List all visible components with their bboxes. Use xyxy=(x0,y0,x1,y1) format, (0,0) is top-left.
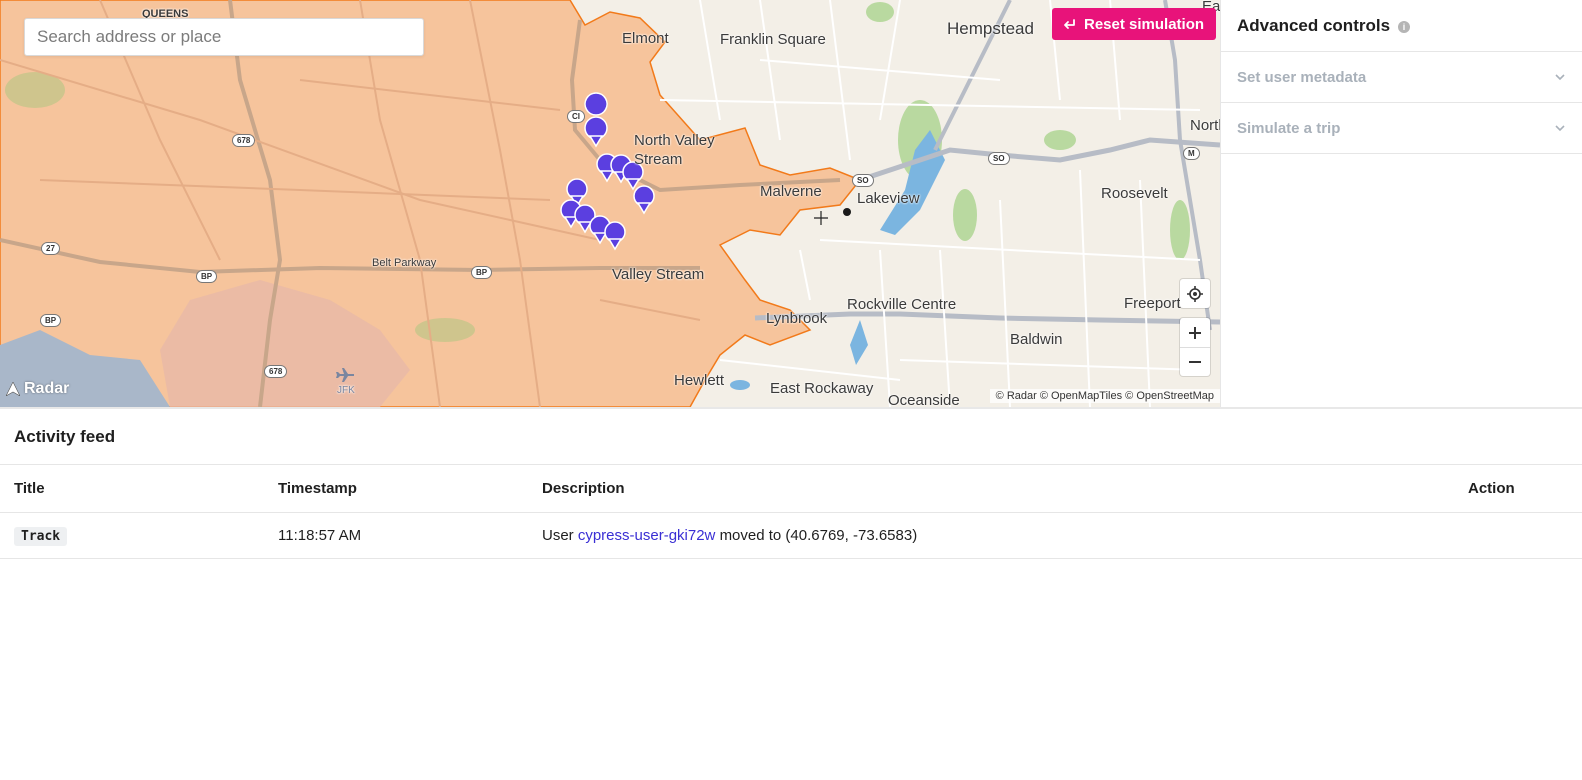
column-header-description: Description xyxy=(542,480,625,497)
route-shield-so-2: SO xyxy=(988,152,1010,165)
row-title-cell: Track xyxy=(0,527,264,546)
accordion-label: Set user metadata xyxy=(1237,68,1367,86)
description-prefix: User xyxy=(542,527,574,544)
geolocate-control[interactable] xyxy=(1180,279,1210,308)
radar-logo-icon xyxy=(6,382,20,396)
panel-header: Advanced controls i xyxy=(1221,0,1582,52)
accordion-label: Simulate a trip xyxy=(1237,119,1341,137)
chevron-down-icon xyxy=(1555,74,1565,81)
minus-icon xyxy=(1189,361,1201,363)
zoom-out-button[interactable] xyxy=(1180,347,1210,376)
user-link[interactable]: cypress-user-gki72w xyxy=(578,527,716,544)
reset-simulation-button[interactable]: Reset simulation xyxy=(1052,8,1217,40)
radar-logo: Radar xyxy=(6,380,69,398)
row-timestamp: 11:18:57 AM xyxy=(278,527,362,544)
route-shield-678-south: 678 xyxy=(264,365,288,378)
column-header-title: Title xyxy=(14,480,45,497)
route-shield-27: 27 xyxy=(41,242,60,255)
zoom-control xyxy=(1180,318,1210,376)
place-label-roosevelt: Roosevelt xyxy=(1101,185,1168,202)
place-label-lynbrook: Lynbrook xyxy=(766,310,828,327)
crosshair-icon xyxy=(1187,285,1203,302)
feed-title: Activity feed xyxy=(0,409,1582,465)
top-region: QUEENS Elmont Franklin Square Hempstead … xyxy=(0,0,1582,407)
place-label-hewlett: Hewlett xyxy=(674,372,725,389)
undo-arrow-icon xyxy=(1064,19,1075,29)
search-input[interactable] xyxy=(24,18,424,56)
place-label-franklin-square: Franklin Square xyxy=(720,31,826,48)
road-label-belt-parkway: Belt Parkway xyxy=(372,257,437,269)
user-location-dot xyxy=(843,208,851,216)
accordion-set-user-metadata[interactable]: Set user metadata xyxy=(1221,52,1582,103)
place-label-north-valley-stream: North Valley Stream xyxy=(634,132,715,168)
advanced-controls-panel: Advanced controls i Set user metadata Si… xyxy=(1220,0,1582,407)
route-shield-m: M xyxy=(1183,147,1200,160)
place-label-north: North xyxy=(1190,117,1220,134)
geolocate-button[interactable] xyxy=(1180,279,1210,308)
chevron-down-icon xyxy=(1555,125,1565,132)
map-canvas[interactable]: QUEENS Elmont Franklin Square Hempstead … xyxy=(0,0,1220,407)
place-label-oceanside: Oceanside xyxy=(888,392,960,407)
route-shield-678-north: 678 xyxy=(232,134,256,147)
place-label-malverne: Malverne xyxy=(760,183,822,200)
route-shield-bp-2: BP xyxy=(471,266,493,279)
table-row: Track 11:18:57 AM User cypress-user-gki7… xyxy=(0,513,1582,559)
route-shield-bp-3: BP xyxy=(40,314,62,327)
row-description: User cypress-user-gki72w moved to (40.67… xyxy=(528,527,1444,544)
place-label-freeport: Freeport xyxy=(1124,295,1181,312)
place-label-east-rockaway: East Rockaway xyxy=(770,380,874,397)
table-header: Title Timestamp Description Action xyxy=(0,465,1582,513)
place-label-lakeview: Lakeview xyxy=(857,190,920,207)
place-label-elmont: Elmont xyxy=(622,30,669,47)
column-header-action: Action xyxy=(1468,480,1515,497)
zoom-in-button[interactable] xyxy=(1180,318,1210,347)
description-suffix: moved to (40.6769, -73.6583) xyxy=(719,527,918,544)
panel-title: Advanced controls xyxy=(1237,15,1391,35)
place-label-rockville-centre: Rockville Centre xyxy=(847,296,957,313)
info-icon[interactable]: i xyxy=(1398,20,1411,33)
activity-feed: Activity feed Title Timestamp Descriptio… xyxy=(0,407,1582,780)
radar-logo-text: Radar xyxy=(24,380,70,397)
place-label-baldwin: Baldwin xyxy=(1010,331,1063,348)
place-label-hempstead: Hempstead xyxy=(947,19,1034,38)
place-label-jfk: JFK xyxy=(337,385,355,396)
event-type-tag: Track xyxy=(14,527,68,546)
reset-simulation-label: Reset simulation xyxy=(1084,15,1205,33)
route-shield-bp-1: BP xyxy=(196,270,218,283)
plus-icon xyxy=(1189,326,1201,339)
map-attribution[interactable]: © Radar © OpenMapTiles © OpenStreetMap xyxy=(989,389,1220,403)
column-header-timestamp: Timestamp xyxy=(278,480,357,497)
accordion-simulate-trip[interactable]: Simulate a trip xyxy=(1221,103,1582,154)
place-label-valley-stream: Valley Stream xyxy=(612,266,705,283)
route-shield-so-1: SO xyxy=(852,174,874,187)
route-shield-ci: CI xyxy=(567,110,585,123)
